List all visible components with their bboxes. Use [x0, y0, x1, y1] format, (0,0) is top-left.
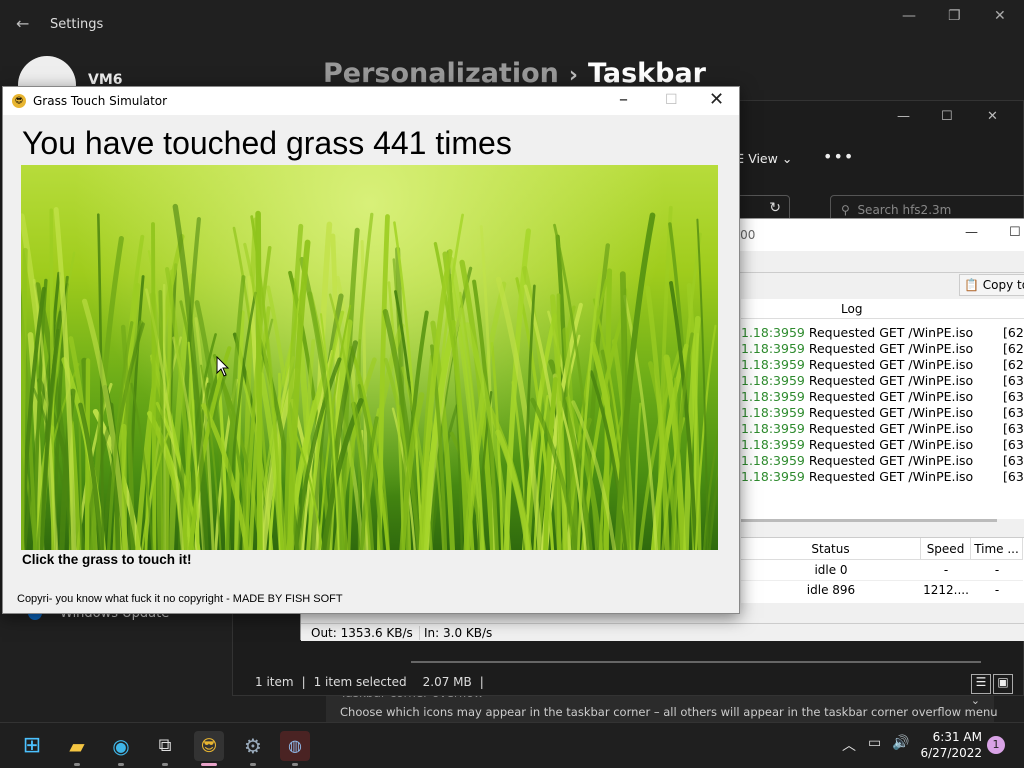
view-toggle: ☰ ▣ — [969, 671, 1013, 694]
log-line: 1.18:3959 Requested GET /WinPE.iso[631 — [741, 405, 1024, 420]
view-menu-button[interactable]: ☰ View ⌄ — [733, 151, 792, 166]
status-selected: 1 item selected — [313, 675, 407, 689]
conn-status: idle 896 — [741, 580, 921, 598]
grass-image[interactable] — [21, 165, 718, 550]
horizontal-scrollbar[interactable] — [411, 661, 981, 663]
breadcrumb-parent[interactable]: Personalization — [323, 58, 559, 89]
title-bar: 😎 Grass Touch Simulator – ☐ ✕ — [3, 87, 739, 115]
running-indicator — [162, 763, 168, 766]
connections-table: Status Speed Time ... idle 0 - - idle 89… — [741, 537, 1024, 603]
copy-label: Copy to — [982, 278, 1024, 292]
tiles-view-icon[interactable]: ▣ — [993, 674, 1013, 694]
log-line: 1.18:3959 Requested GET /WinPE.iso[629 — [741, 341, 1024, 356]
grass-simulator-window: 😎 Grass Touch Simulator – ☐ ✕ You have t… — [2, 86, 740, 614]
log-line: 1.18:3959 Requested GET /WinPE.iso[630 — [741, 373, 1024, 388]
active-indicator — [201, 763, 217, 766]
log-scrollbar[interactable] — [741, 519, 997, 522]
log-list[interactable]: 1.18:3959 Requested GET /WinPE.iso[628 1… — [741, 319, 1024, 519]
clock[interactable]: 6:31 AM 6/27/2022 — [918, 729, 982, 761]
clock-time: 6:31 AM — [932, 730, 982, 744]
chevron-up-icon[interactable]: ︿ — [842, 735, 856, 755]
back-arrow-icon[interactable]: ← — [16, 14, 29, 33]
minimize-icon[interactable]: — — [902, 8, 916, 24]
touch-count-heading: You have touched grass 441 times — [22, 125, 512, 161]
maximize-icon[interactable]: ☐ — [941, 109, 953, 124]
windows-start-icon[interactable]: ⊞ — [17, 731, 47, 761]
edge-icon[interactable]: ◉ — [106, 731, 136, 761]
notification-badge[interactable]: 1 — [987, 736, 1005, 754]
conn-speed: - — [943, 563, 949, 577]
running-indicator — [292, 763, 298, 766]
running-indicator — [74, 763, 80, 766]
restore-icon[interactable]: ❐ — [948, 8, 961, 24]
taskbar: ⊞ ▰ ◉ ⧉ 😎 ⚙ ◍ ︿ ▭ 🔊 6:31 AM 6/27/2022 1 — [0, 722, 1024, 768]
mouse-cursor-icon — [216, 356, 230, 377]
network-icon[interactable]: ▭ — [868, 735, 881, 751]
breadcrumb: Personalization › Taskbar — [323, 58, 706, 89]
in-speed: In: 3.0 KB/s — [419, 626, 492, 640]
log-line: 1.18:3959 Requested GET /WinPE.iso[633 — [741, 453, 1024, 468]
search-placeholder: Search hfs2.3m — [857, 203, 952, 217]
clipboard-icon: 📋 — [964, 278, 979, 292]
hfs-icon[interactable]: ◍ — [280, 731, 310, 761]
running-indicator — [250, 763, 256, 766]
copyright-text: Copyri- you know what fuck it no copyrig… — [17, 593, 343, 605]
breadcrumb-separator: › — [568, 63, 578, 88]
close-icon[interactable]: ✕ — [994, 8, 1006, 24]
page-title: Taskbar — [587, 58, 706, 89]
close-icon[interactable]: ✕ — [987, 109, 998, 124]
hfs-status-bar: Out: 1353.6 KB/s In: 3.0 KB/s — [301, 623, 1024, 641]
app-icon: 😎 — [12, 94, 26, 108]
file-explorer-icon[interactable]: ▰ — [62, 731, 92, 761]
more-options-icon[interactable]: ••• — [823, 147, 854, 166]
status-item-count: 1 item — [255, 675, 294, 689]
clock-date: 6/27/2022 — [920, 746, 982, 760]
minimize-icon[interactable]: — — [897, 109, 910, 124]
section-description: Choose which icons may appear in the tas… — [340, 705, 998, 719]
log-line: 1.18:3959 Requested GET /WinPE.iso[630 — [741, 389, 1024, 404]
conn-time: - — [994, 563, 1000, 577]
out-speed: Out: 1353.6 KB/s — [311, 626, 413, 640]
maximize-icon[interactable]: ☐ — [1009, 225, 1021, 240]
volume-icon[interactable]: 🔊 — [892, 735, 909, 751]
conn-status: idle 0 — [814, 563, 848, 577]
log-line: 1.18:3959 Requested GET /WinPE.iso[632 — [741, 437, 1024, 452]
refresh-icon: ↻ — [769, 200, 781, 216]
column-header-speed[interactable]: Speed — [921, 538, 971, 560]
view-label: View — [748, 151, 778, 166]
task-view-icon[interactable]: ⧉ — [150, 731, 180, 761]
grass-blades — [21, 203, 718, 550]
log-line: 1.18:3959 Requested GET /WinPE.iso[634 — [741, 469, 1024, 484]
minimize-icon[interactable]: — — [965, 225, 978, 240]
settings-gear-icon[interactable]: ⚙ — [238, 731, 268, 761]
status-size: 2.07 MB — [422, 675, 472, 689]
log-line: 1.18:3959 Requested GET /WinPE.iso[628 — [741, 325, 1024, 340]
settings-title: Settings — [50, 17, 104, 32]
window-title: Grass Touch Simulator — [33, 94, 168, 108]
details-view-icon[interactable]: ☰ — [971, 674, 991, 694]
maximize-icon: ☐ — [665, 92, 678, 108]
log-line: 1.18:3959 Requested GET /WinPE.iso[629 — [741, 357, 1024, 372]
instruction-text: Click the grass to touch it! — [22, 552, 192, 567]
search-icon: ⚲ — [841, 203, 850, 217]
status-bar: 1 item | 1 item selected 2.07 MB | — [247, 675, 484, 689]
column-header-time[interactable]: Time ... — [971, 538, 1023, 560]
minimize-icon[interactable]: – — [619, 89, 628, 110]
copy-to-clipboard-button[interactable]: 📋 Copy to — [959, 274, 1024, 296]
running-indicator — [118, 763, 124, 766]
close-icon[interactable]: ✕ — [709, 89, 724, 110]
log-header: Log — [741, 299, 1024, 319]
conn-speed: 1212.... — [921, 580, 971, 598]
column-header-status[interactable]: Status — [741, 538, 921, 560]
log-line: 1.18:3959 Requested GET /WinPE.iso[632 — [741, 421, 1024, 436]
grass-sim-icon[interactable]: 😎 — [194, 731, 224, 761]
conn-time: - — [971, 580, 1023, 598]
